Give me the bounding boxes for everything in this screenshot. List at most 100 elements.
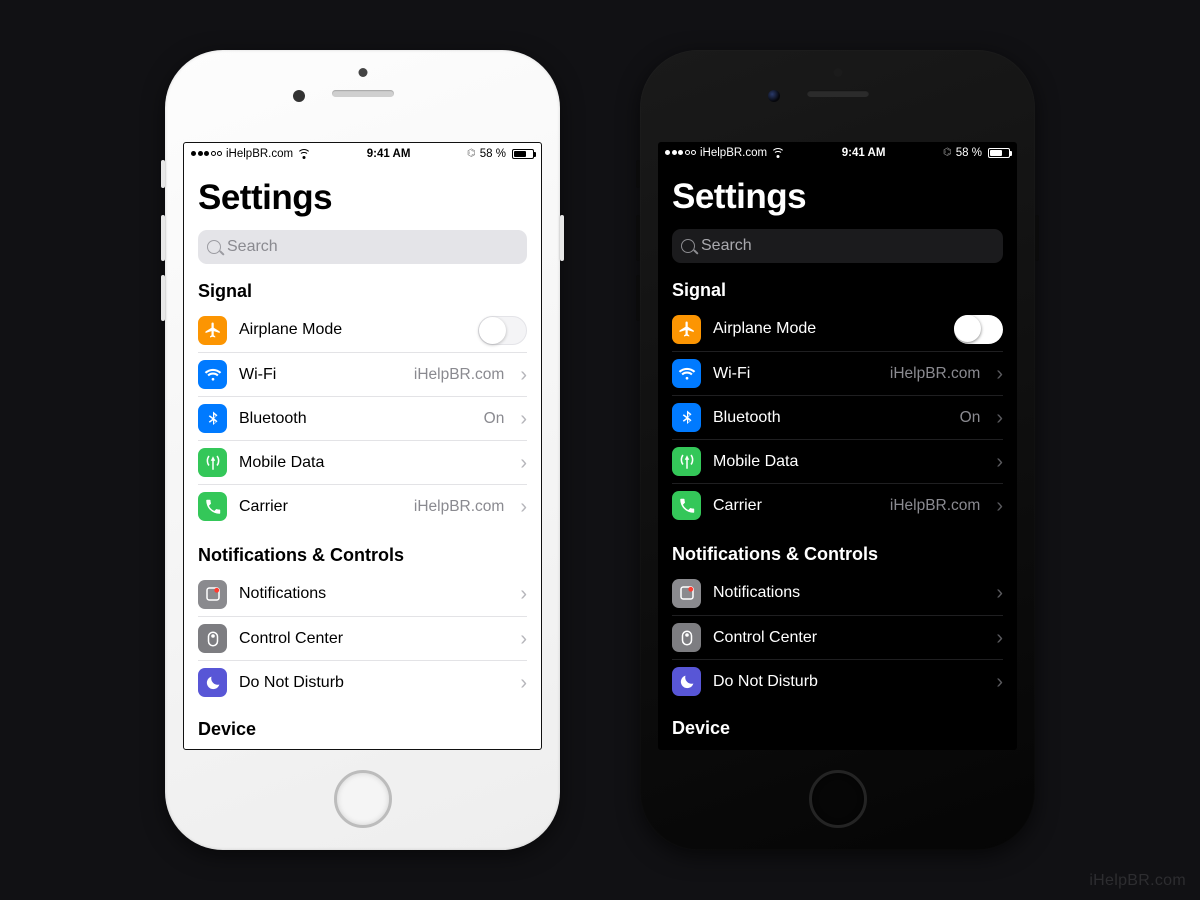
airplane-icon <box>672 315 701 344</box>
settings-row[interactable]: Notifications› <box>198 572 527 616</box>
chevron-right-icon: › <box>992 628 1003 648</box>
row-label: Carrier <box>239 498 402 516</box>
settings-row[interactable]: Control Center › <box>198 616 527 660</box>
section-header: Notifications & Controls <box>198 545 527 566</box>
row-label: Wi-Fi <box>239 366 402 384</box>
settings-row[interactable]: Mobile Data› <box>198 440 527 484</box>
battery-percent-label: 58 % <box>480 148 506 160</box>
mute-switch <box>161 160 165 188</box>
earpiece-speaker <box>332 90 394 97</box>
search-input[interactable]: Search <box>198 230 527 264</box>
proximity-sensor <box>358 68 367 77</box>
antenna-icon <box>198 448 227 477</box>
bluetooth-icon <box>198 404 227 433</box>
row-label: Wi-Fi <box>713 365 878 383</box>
row-label: Mobile Data <box>713 453 980 471</box>
notify-icon <box>672 579 701 608</box>
page-title: Settings <box>672 177 1003 217</box>
settings-row[interactable]: Control Center › <box>672 615 1003 659</box>
front-camera <box>768 90 780 102</box>
search-icon <box>681 239 695 253</box>
chevron-right-icon: › <box>516 365 527 385</box>
row-value: iHelpBR.com <box>414 498 504 516</box>
volume-down-button <box>161 275 165 321</box>
row-label: Do Not Disturb <box>713 673 980 691</box>
row-label: Airplane Mode <box>713 320 942 338</box>
chevron-right-icon: › <box>516 629 527 649</box>
chevron-right-icon: › <box>992 672 1003 692</box>
row-label: Control Center <box>713 629 980 647</box>
phone-icon <box>198 492 227 521</box>
settings-list: Notifications›Control Center›Do Not Dist… <box>672 571 1003 703</box>
screen-light: iHelpBR.com9:41 AM⌬58 %SettingsSearchSig… <box>183 142 542 750</box>
settings-row[interactable]: Notifications› <box>672 571 1003 615</box>
carrier-label: iHelpBR.com <box>226 148 293 160</box>
wifi-status-icon <box>771 148 784 158</box>
volume-up-button <box>161 215 165 261</box>
airplane-icon <box>198 316 227 345</box>
settings-row[interactable]: Airplane Mode <box>672 307 1003 351</box>
toggle-switch[interactable] <box>954 315 1003 344</box>
clipped-row <box>658 738 1017 750</box>
row-value: iHelpBR.com <box>414 366 504 384</box>
phone-icon <box>672 491 701 520</box>
search-placeholder: Search <box>227 238 278 256</box>
comparison-stage: iHelpBR.com 9:41 AM ⌬ 58 % Settings Search Sig… <box>0 0 1200 900</box>
page-title: Settings <box>198 178 527 218</box>
section-header: Signal <box>198 281 527 302</box>
power-button <box>560 215 564 261</box>
row-label: Control Center <box>239 630 504 648</box>
antenna-icon <box>672 447 701 476</box>
earpiece-speaker <box>807 90 869 97</box>
section-header: Signal <box>672 280 1003 301</box>
section-header: Notifications & Controls <box>672 544 1003 565</box>
settings-list: Airplane Mode Wi-FiiHelpBR.com›BluetoothO… <box>672 307 1003 527</box>
bluetooth-status-icon: ⌬ <box>943 147 952 158</box>
toggle-switch[interactable] <box>478 316 527 345</box>
clock: 9:41 AM <box>367 148 411 160</box>
volume-down-button <box>636 275 640 321</box>
section-header: Device <box>672 718 1003 739</box>
settings-row[interactable]: Mobile Data› <box>672 439 1003 483</box>
row-label: Do Not Disturb <box>239 674 504 692</box>
battery-icon <box>512 149 534 159</box>
moon-icon <box>672 667 701 696</box>
settings-row[interactable]: CarrieriHelpBR.com› <box>672 483 1003 527</box>
settings-row[interactable]: Airplane Mode <box>198 308 527 352</box>
row-value: On <box>484 410 505 428</box>
control-icon <box>672 623 701 652</box>
chevron-right-icon: › <box>992 583 1003 603</box>
signal-dots-icon <box>665 150 696 155</box>
search-input[interactable]: Search <box>672 229 1003 263</box>
settings-row[interactable]: Wi-Fi iHelpBR.com › <box>198 352 527 396</box>
settings-list: Airplane Mode Wi-Fi iHelpBR.com › Bluetooth O… <box>198 308 527 528</box>
phone-light: iHelpBR.com9:41 AM⌬58 %SettingsSearchSig… <box>165 50 560 850</box>
mute-switch <box>636 160 640 188</box>
settings-row[interactable]: Do Not Disturb › <box>672 659 1003 703</box>
settings-row[interactable]: BluetoothOn› <box>198 396 527 440</box>
settings-row[interactable]: BluetoothOn› <box>672 395 1003 439</box>
clock: 9:41 AM <box>842 147 886 159</box>
notify-icon <box>198 580 227 609</box>
search-placeholder: Search <box>701 237 752 255</box>
home-button[interactable] <box>334 770 392 828</box>
battery-percent-label: 58 % <box>956 147 982 159</box>
settings-row[interactable]: Do Not Disturb› <box>198 660 527 704</box>
battery-icon <box>988 148 1010 158</box>
chevron-right-icon: › <box>516 497 527 517</box>
proximity-sensor <box>833 68 842 77</box>
screen-dark: iHelpBR.com 9:41 AM ⌬ 58 % Settings Search Sig… <box>658 142 1017 750</box>
row-value: iHelpBR.com <box>890 497 980 515</box>
home-button[interactable] <box>809 770 867 828</box>
settings-row[interactable]: Carrier iHelpBR.com › <box>198 484 527 528</box>
row-label: Bluetooth <box>713 409 948 427</box>
row-label: Bluetooth <box>239 410 472 428</box>
settings-row[interactable]: Wi-FiiHelpBR.com› <box>672 351 1003 395</box>
control-icon <box>198 624 227 653</box>
wifi-status-icon <box>297 149 310 159</box>
watermark: iHelpBR.com <box>1089 872 1186 890</box>
wifi-icon <box>198 360 227 389</box>
chevron-right-icon: › <box>516 584 527 604</box>
settings-list: Notifications› Control Center › Do Not Dist… <box>198 572 527 704</box>
chevron-right-icon: › <box>516 453 527 473</box>
